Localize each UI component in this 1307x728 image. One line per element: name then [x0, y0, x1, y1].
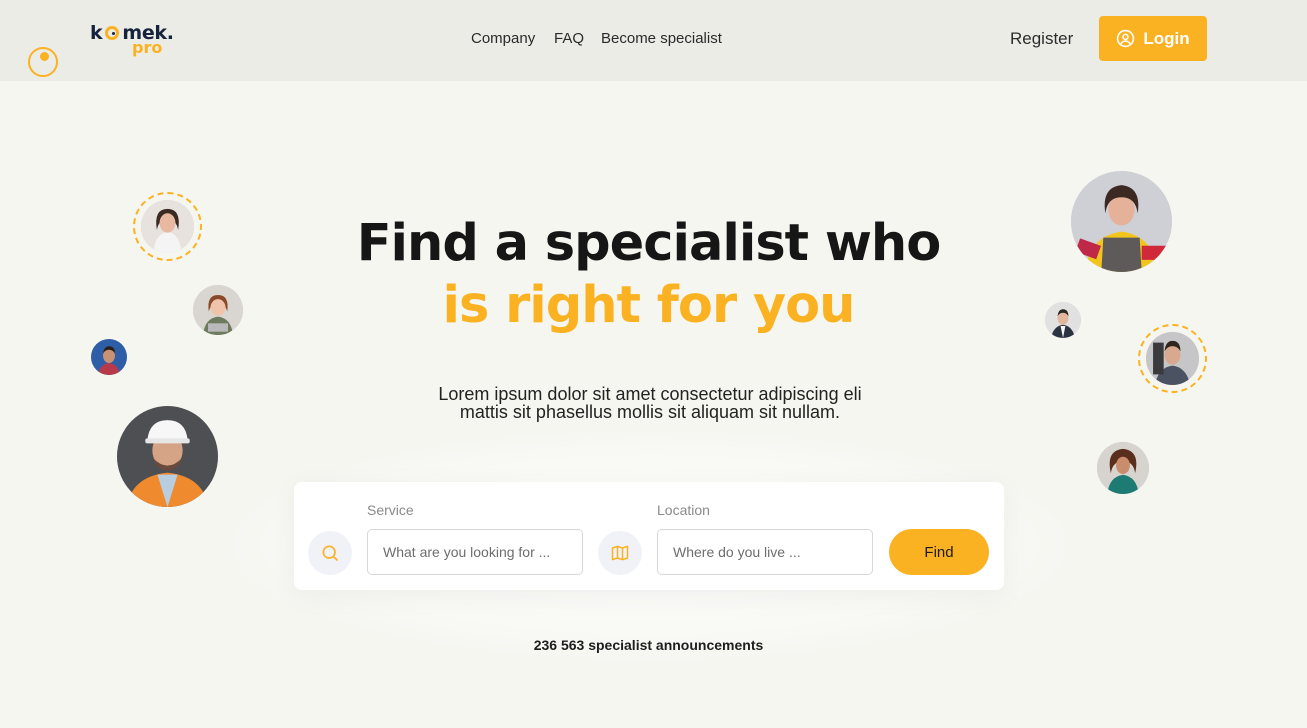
- nav-become-specialist[interactable]: Become specialist: [601, 30, 722, 47]
- logo-subtext: pro: [132, 38, 163, 57]
- location-input[interactable]: [657, 529, 873, 575]
- find-button[interactable]: Find: [889, 529, 989, 575]
- avatar-man-small: [91, 339, 127, 375]
- logo[interactable]: k mek. pro: [90, 22, 180, 58]
- nav-faq[interactable]: FAQ: [554, 30, 584, 47]
- login-button[interactable]: Login: [1099, 16, 1207, 61]
- nav-company[interactable]: Company: [471, 30, 535, 47]
- hero-subtitle-line2: mattis sit phasellus mollis sit aliquam …: [459, 402, 841, 422]
- avatar-construction-worker: [117, 406, 218, 507]
- service-input[interactable]: [367, 529, 583, 575]
- avatar-man-suit: [1045, 302, 1081, 338]
- login-label: Login: [1143, 28, 1190, 48]
- map-icon: [598, 531, 642, 575]
- avatar-mechanic-man: [1146, 332, 1199, 385]
- hero-subtitle: Lorem ipsum dolor sit amet consectetur a…: [400, 385, 900, 421]
- announcements-count: 236 563 specialist announcements: [533, 637, 764, 653]
- hero-subtitle-line1: Lorem ipsum dolor sit amet consectetur a…: [438, 384, 862, 404]
- user-circle-icon: [1117, 29, 1135, 48]
- cursor-indicator-icon: [28, 47, 58, 77]
- avatar-woman-curly: [1097, 442, 1149, 494]
- avatar-woman-smiling: [141, 200, 194, 253]
- avatar-cleaner-woman: [1071, 171, 1172, 272]
- search-card: Service Location Find: [294, 482, 1004, 590]
- location-label: Location: [657, 502, 710, 518]
- logo-lens-icon: [105, 26, 119, 40]
- service-label: Service: [367, 502, 414, 518]
- avatar-woman-laptop: [193, 285, 243, 335]
- search-icon: [308, 531, 352, 575]
- register-link[interactable]: Register: [1010, 29, 1073, 49]
